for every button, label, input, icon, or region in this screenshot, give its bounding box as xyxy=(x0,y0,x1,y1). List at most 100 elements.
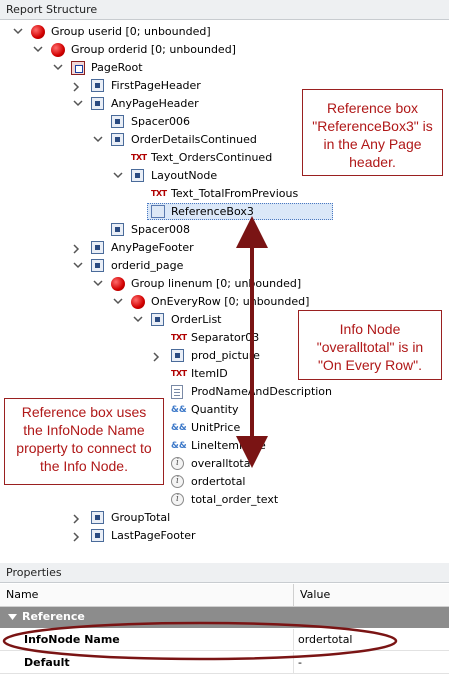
reference-box-callout: Reference box "ReferenceBox3" is in the … xyxy=(302,89,443,176)
text-icon: TXT xyxy=(131,151,149,165)
info-node-icon: i xyxy=(171,493,184,506)
chevron-down-icon[interactable] xyxy=(133,311,143,329)
info-node-icon: i xyxy=(171,457,184,470)
chevron-right-icon[interactable] xyxy=(73,527,83,545)
tree-node[interactable]: i total_order_text xyxy=(0,491,449,509)
container-icon xyxy=(91,529,104,542)
container-icon xyxy=(91,511,104,524)
tree-node-label: overalltotal xyxy=(191,457,254,470)
text-icon-glyph: TXT xyxy=(131,153,147,162)
info-node-note: Info Node "overalltotal" is in "On Every… xyxy=(316,321,424,373)
container-icon xyxy=(91,97,104,110)
chevron-down-icon[interactable] xyxy=(33,41,43,59)
tree-node-label: PageRoot xyxy=(91,61,143,74)
spacer-icon xyxy=(111,223,124,236)
group-icon xyxy=(51,43,65,57)
container-icon xyxy=(131,169,144,182)
tree-node[interactable]: LastPageFooter xyxy=(0,527,449,545)
chevron-down-icon[interactable] xyxy=(53,59,63,77)
tree-node[interactable]: GroupTotal xyxy=(0,509,449,527)
container-icon xyxy=(91,241,104,254)
spacer-icon xyxy=(111,115,124,128)
group-icon xyxy=(131,295,145,309)
tree-node[interactable]: Group orderid [0; unbounded] xyxy=(0,41,449,59)
tree-node[interactable]: ReferenceBox3 xyxy=(0,203,449,221)
tree-node-label: Group linenum [0; unbounded] xyxy=(131,277,302,290)
calc-icon: && xyxy=(171,439,187,453)
collapse-triangle-icon[interactable] xyxy=(8,612,18,622)
tree-node-label: ItemID xyxy=(191,367,228,380)
text-icon: TXT xyxy=(151,187,169,201)
property-value[interactable]: - xyxy=(298,656,302,669)
chevron-down-icon[interactable] xyxy=(93,275,103,293)
property-value-input[interactable]: ordertotal xyxy=(298,633,352,646)
property-name: InfoNode Name xyxy=(24,633,120,646)
tree-node-label: LineItemPrice xyxy=(191,439,266,452)
tree-node-label: OnEveryRow [0; unbounded] xyxy=(151,295,310,308)
chevron-right-icon[interactable] xyxy=(153,347,163,365)
column-separator xyxy=(293,629,294,651)
tree-node[interactable]: orderid_page xyxy=(0,257,449,275)
tree-node[interactable]: TXT Text_TotalFromPrevious xyxy=(0,185,449,203)
tree-node-label: prod_picture xyxy=(191,349,260,362)
reference-box-icon xyxy=(151,205,165,218)
tree-node[interactable]: Group linenum [0; unbounded] xyxy=(0,275,449,293)
chevron-down-icon[interactable] xyxy=(73,257,83,275)
text-icon: TXT xyxy=(171,331,189,345)
page-root-icon xyxy=(71,61,85,75)
document-icon xyxy=(171,385,183,399)
chevron-right-icon[interactable] xyxy=(73,239,83,257)
tree-node-label: AnyPageHeader xyxy=(111,97,199,110)
tree-node-label: OrderList xyxy=(171,313,222,326)
chevron-right-icon[interactable] xyxy=(73,509,83,527)
properties-title: Properties xyxy=(0,563,449,583)
property-row-infonode-name[interactable]: InfoNode Name ordertotal xyxy=(0,629,449,651)
tree-node[interactable]: Spacer008 xyxy=(0,221,449,239)
tree-node-label: Group userid [0; unbounded] xyxy=(51,25,211,38)
calc-icon: && xyxy=(171,421,187,435)
tree-node-label: Text_OrdersContinued xyxy=(151,151,273,164)
tree-node[interactable]: AnyPageFooter xyxy=(0,239,449,257)
tree-node-label: ProdNameAndDescription xyxy=(191,385,333,398)
reference-box-note: Reference box "ReferenceBox3" is in the … xyxy=(312,100,433,170)
column-separator xyxy=(293,652,294,674)
tree-node[interactable]: Group userid [0; unbounded] xyxy=(0,23,449,41)
reference-category-row[interactable]: Reference xyxy=(0,607,449,628)
tree-node-label: Group orderid [0; unbounded] xyxy=(71,43,236,56)
tree-node-label: OrderDetailsContinued xyxy=(131,133,257,146)
tree-node-label: Separator03 xyxy=(191,331,260,344)
group-icon xyxy=(111,277,125,291)
column-separator[interactable] xyxy=(293,584,294,607)
tree-node-label: AnyPageFooter xyxy=(111,241,194,254)
container-icon xyxy=(111,133,124,146)
page-icon xyxy=(91,259,104,272)
tree-node-label: Text_TotalFromPrevious xyxy=(171,187,299,200)
tree-node[interactable]: OnEveryRow [0; unbounded] xyxy=(0,293,449,311)
tree-node-label: FirstPageHeader xyxy=(111,79,201,92)
value-column-header[interactable]: Value xyxy=(300,588,330,601)
connection-callout: Reference box uses the InfoNode Name pro… xyxy=(4,398,164,485)
tree-node-label: ReferenceBox3 xyxy=(171,205,254,218)
order-list-icon xyxy=(151,313,164,326)
property-name: Default xyxy=(24,656,70,669)
chevron-down-icon[interactable] xyxy=(73,95,83,113)
tree-node-label: total_order_text xyxy=(191,493,279,506)
properties-column-header: Name Value xyxy=(0,584,449,607)
text-icon: TXT xyxy=(171,367,189,381)
tree-node-label: Spacer006 xyxy=(131,115,191,128)
chevron-down-icon[interactable] xyxy=(13,23,23,41)
info-node-icon: i xyxy=(171,475,184,488)
group-icon xyxy=(31,25,45,39)
category-label: Reference xyxy=(22,610,85,623)
text-icon-glyph: TXT xyxy=(171,333,187,342)
property-row-default[interactable]: Default - xyxy=(0,652,449,674)
tree-node-label: LayoutNode xyxy=(151,169,218,182)
calc-icon-glyph: && xyxy=(171,441,187,451)
tree-node-label: Spacer008 xyxy=(131,223,191,236)
chevron-down-icon[interactable] xyxy=(113,167,123,185)
name-column-header[interactable]: Name xyxy=(6,588,38,601)
tree-node[interactable]: PageRoot xyxy=(0,59,449,77)
chevron-down-icon[interactable] xyxy=(113,293,123,311)
chevron-right-icon[interactable] xyxy=(73,77,83,95)
chevron-down-icon[interactable] xyxy=(93,131,103,149)
